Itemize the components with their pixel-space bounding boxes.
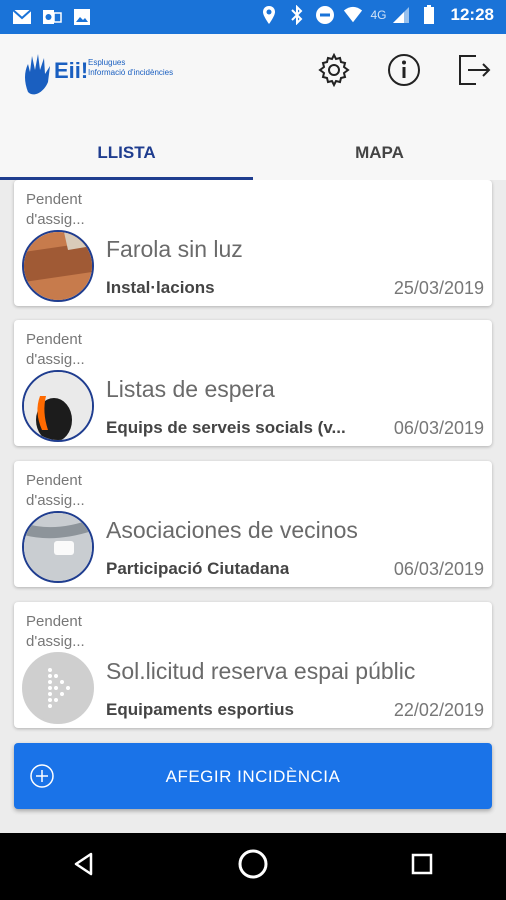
gear-icon bbox=[317, 52, 351, 92]
incident-thumbnail bbox=[22, 230, 94, 302]
svg-text:Eii!: Eii! bbox=[54, 58, 88, 83]
incident-card[interactable]: Pendent d'assig... Farola sin luz Instal… bbox=[14, 180, 492, 306]
gmail-icon bbox=[12, 7, 32, 27]
home-icon bbox=[237, 848, 269, 885]
incident-date: 25/03/2019 bbox=[393, 278, 484, 298]
gallery-icon bbox=[72, 7, 92, 27]
back-button[interactable] bbox=[59, 842, 109, 892]
tab-mapa[interactable]: MAPA bbox=[253, 126, 506, 180]
incident-title: Farola sin luz bbox=[106, 236, 243, 262]
add-incident-label: AFEGIR INCIDÈNCIA bbox=[165, 767, 341, 786]
incident-status: Pendent d'assig... bbox=[26, 472, 85, 509]
battery-icon bbox=[419, 5, 439, 25]
logo-caption-line1: Esplugues bbox=[88, 58, 126, 67]
incident-title: Listas de espera bbox=[106, 376, 275, 402]
info-icon bbox=[387, 53, 421, 92]
incident-list: Pendent d'assig... Farola sin luz Instal… bbox=[0, 180, 506, 740]
incident-card[interactable]: Pendent d'assig... Asociaciones de vecin… bbox=[14, 461, 492, 587]
incident-thumbnail bbox=[22, 511, 94, 583]
info-button[interactable] bbox=[386, 53, 422, 92]
incident-status: Pendent d'assig... bbox=[26, 331, 85, 368]
add-incident-button[interactable]: AFEGIR INCIDÈNCIA bbox=[14, 743, 492, 809]
system-nav-bar bbox=[0, 833, 506, 900]
incident-card[interactable]: Pendent d'assig... Listas de espera Equi… bbox=[14, 320, 492, 446]
status-bar-system: 4G 12:28 bbox=[259, 5, 494, 25]
status-bar: 4G 12:28 bbox=[0, 0, 506, 34]
logout-button[interactable] bbox=[456, 54, 492, 90]
incident-card[interactable]: Pendent d'assig... Sol.licitud reserva e… bbox=[14, 602, 492, 728]
incident-date: 22/02/2019 bbox=[393, 700, 484, 720]
app-logo: Eii! Esplugues Informació d'incidències bbox=[22, 52, 202, 102]
recents-button[interactable] bbox=[397, 842, 447, 892]
incident-thumbnail bbox=[22, 652, 94, 724]
dnd-icon bbox=[315, 5, 335, 25]
app-header: Eii! Esplugues Informació d'incidències … bbox=[0, 34, 506, 180]
back-icon bbox=[71, 851, 97, 882]
incident-category: Instal·lacions bbox=[106, 278, 215, 297]
settings-button[interactable] bbox=[316, 52, 352, 92]
wifi-icon bbox=[343, 5, 363, 25]
incident-thumbnail bbox=[22, 370, 94, 442]
signal-icon bbox=[391, 5, 411, 25]
incident-title: Sol.licitud reserva espai públic bbox=[106, 658, 416, 684]
incident-status: Pendent d'assig... bbox=[26, 191, 85, 228]
outlook-icon bbox=[42, 7, 62, 27]
network-type: 4G bbox=[370, 8, 387, 22]
tab-bar: LLISTA MAPA bbox=[0, 126, 506, 180]
incident-title: Asociaciones de vecinos bbox=[106, 517, 358, 543]
incident-category: Equips de serveis socials (v... bbox=[106, 418, 346, 437]
status-bar-notifications bbox=[12, 7, 92, 27]
incident-date: 06/03/2019 bbox=[393, 559, 484, 579]
incident-category: Participació Ciutadana bbox=[106, 559, 290, 578]
incident-status: Pendent d'assig... bbox=[26, 613, 85, 650]
incident-date: 06/03/2019 bbox=[393, 418, 484, 438]
logo-caption: Esplugues Informació d'incidències bbox=[88, 58, 173, 78]
logout-icon bbox=[456, 52, 492, 93]
logo-caption-line2: Informació d'incidències bbox=[88, 68, 174, 77]
bluetooth-icon bbox=[287, 5, 307, 25]
clock: 12:28 bbox=[450, 5, 494, 24]
recents-icon bbox=[410, 852, 434, 881]
location-icon bbox=[259, 5, 279, 25]
incident-category: Equipaments esportius bbox=[106, 700, 294, 719]
header-actions bbox=[316, 52, 492, 92]
home-button[interactable] bbox=[228, 842, 278, 892]
tab-llista[interactable]: LLISTA bbox=[0, 126, 253, 180]
